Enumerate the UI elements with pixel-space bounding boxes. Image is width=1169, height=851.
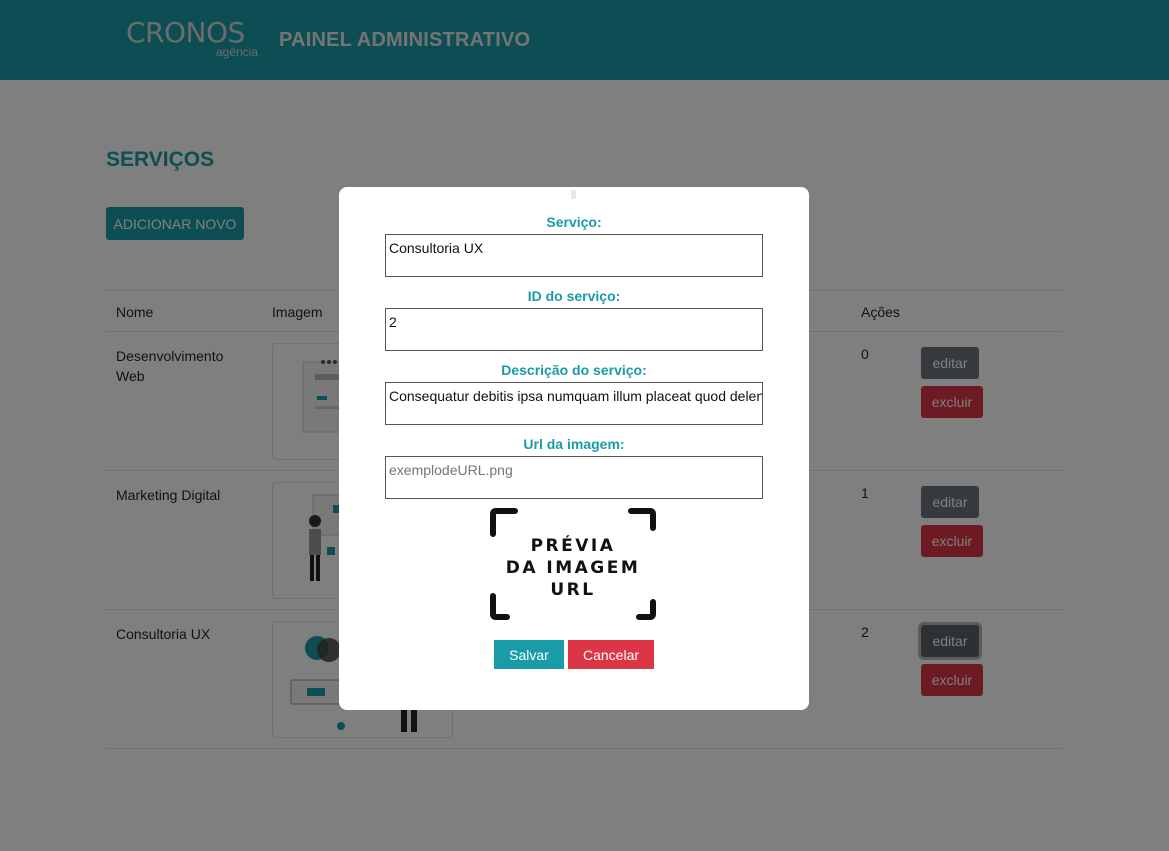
id-label: ID do serviço: — [527, 288, 621, 304]
cancel-button[interactable]: Cancelar — [568, 640, 654, 669]
save-button[interactable]: Salvar — [494, 640, 564, 669]
url-field[interactable]: exemplodeURL.png — [385, 456, 763, 499]
preview-label: PRÉVIA DA IMAGEM URL — [505, 536, 641, 600]
url-label: Url da imagem: — [523, 436, 625, 452]
description-label: Descrição do serviço: — [501, 362, 647, 378]
modal-grip — [571, 190, 576, 199]
image-preview: PRÉVIA DA IMAGEM URL — [489, 508, 657, 620]
id-field[interactable]: 2 — [385, 308, 763, 351]
service-label: Serviço: — [546, 214, 602, 230]
service-field[interactable]: Consultoria UX — [385, 234, 763, 277]
description-field[interactable]: Consequatur debitis ipsa numquam illum p… — [385, 382, 763, 425]
edit-service-modal: Serviço: Consultoria UX ID do serviço: 2… — [339, 187, 809, 710]
